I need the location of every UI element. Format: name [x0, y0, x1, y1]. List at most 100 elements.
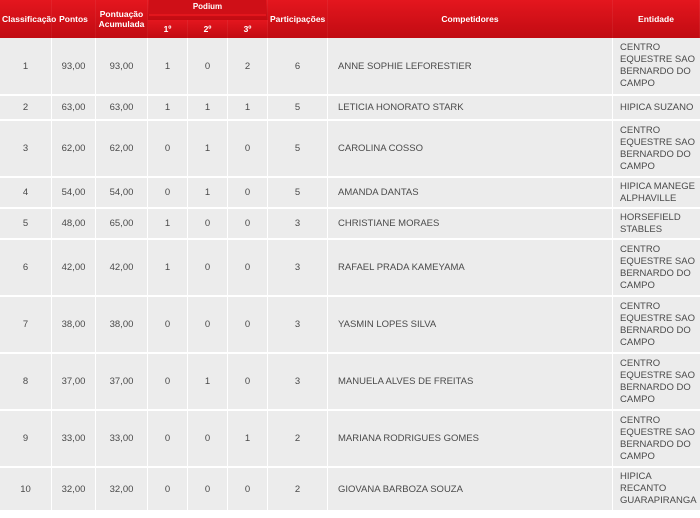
cell-entidade: HIPICA SUZANO — [613, 96, 700, 121]
cell-entidade: CENTRO EQUESTRE SAO BERNARDO DO CAMPO — [613, 354, 700, 411]
header-podium-second[interactable]: 2º — [188, 20, 228, 38]
cell-participacoes: 2 — [268, 468, 328, 512]
cell-pontos: 38,00 — [52, 297, 96, 354]
cell-podium-first: 0 — [148, 468, 188, 512]
cell-classificacao: 1 — [0, 38, 52, 96]
cell-classificacao: 9 — [0, 411, 52, 468]
cell-podium-third: 0 — [228, 468, 268, 512]
cell-participacoes: 3 — [268, 240, 328, 297]
header-pontos[interactable]: Pontos — [52, 0, 96, 38]
cell-podium-second: 0 — [188, 297, 228, 354]
header-podium-first[interactable]: 1º — [148, 20, 188, 38]
cell-participacoes: 5 — [268, 178, 328, 209]
table-row: 5 48,00 65,00 1 0 0 3 CHRISTIANE MORAES … — [0, 209, 700, 240]
table-body: 1 93,00 93,00 1 0 2 6 ANNE SOPHIE LEFORE… — [0, 38, 700, 512]
header-participacoes[interactable]: Participações — [268, 0, 328, 38]
cell-competidor: LETICIA HONORATO STARK — [328, 96, 613, 121]
cell-pontos: 62,00 — [52, 121, 96, 178]
table-row: 7 38,00 38,00 0 0 0 3 YASMIN LOPES SILVA… — [0, 297, 700, 354]
cell-podium-first: 1 — [148, 96, 188, 121]
cell-podium-first: 1 — [148, 38, 188, 96]
cell-podium-second: 1 — [188, 121, 228, 178]
table-row: 3 62,00 62,00 0 1 0 5 CAROLINA COSSO CEN… — [0, 121, 700, 178]
cell-podium-first: 0 — [148, 121, 188, 178]
cell-pontos: 54,00 — [52, 178, 96, 209]
cell-pontos: 33,00 — [52, 411, 96, 468]
cell-podium-first: 1 — [148, 209, 188, 240]
header-competidores[interactable]: Competidores — [328, 0, 613, 38]
cell-podium-third: 2 — [228, 38, 268, 96]
cell-pontos: 42,00 — [52, 240, 96, 297]
cell-pontuacao-acumulada: 54,00 — [96, 178, 148, 209]
cell-pontuacao-acumulada: 33,00 — [96, 411, 148, 468]
cell-pontos: 48,00 — [52, 209, 96, 240]
header-entidade[interactable]: Entidade — [613, 0, 700, 38]
cell-competidor: MANUELA ALVES DE FREITAS — [328, 354, 613, 411]
cell-participacoes: 3 — [268, 354, 328, 411]
cell-pontuacao-acumulada: 93,00 — [96, 38, 148, 96]
cell-pontos: 93,00 — [52, 38, 96, 96]
cell-podium-first: 0 — [148, 297, 188, 354]
table-row: 8 37,00 37,00 0 1 0 3 MANUELA ALVES DE F… — [0, 354, 700, 411]
cell-entidade: CENTRO EQUESTRE SAO BERNARDO DO CAMPO — [613, 240, 700, 297]
cell-pontuacao-acumulada: 42,00 — [96, 240, 148, 297]
cell-entidade: CENTRO EQUESTRE SAO BERNARDO DO CAMPO — [613, 38, 700, 96]
cell-competidor: CAROLINA COSSO — [328, 121, 613, 178]
cell-podium-third: 1 — [228, 411, 268, 468]
cell-participacoes: 2 — [268, 411, 328, 468]
header-classificacao[interactable]: Classificação — [0, 0, 56, 38]
cell-pontuacao-acumulada: 38,00 — [96, 297, 148, 354]
cell-podium-first: 0 — [148, 178, 188, 209]
cell-competidor: MARIANA RODRIGUES GOMES — [328, 411, 613, 468]
table-row: 1 93,00 93,00 1 0 2 6 ANNE SOPHIE LEFORE… — [0, 38, 700, 96]
cell-podium-third: 0 — [228, 209, 268, 240]
cell-classificacao: 6 — [0, 240, 52, 297]
cell-podium-third: 0 — [228, 354, 268, 411]
cell-competidor: CHRISTIANE MORAES — [328, 209, 613, 240]
cell-participacoes: 6 — [268, 38, 328, 96]
podium-label: Podium — [149, 0, 266, 16]
cell-participacoes: 3 — [268, 209, 328, 240]
cell-participacoes: 3 — [268, 297, 328, 354]
header-pontuacao-acumulada[interactable]: Pontuação Acumulada — [96, 0, 148, 38]
cell-pontos: 32,00 — [52, 468, 96, 512]
cell-entidade: HIPICA MANEGE ALPHAVILLE — [613, 178, 700, 209]
cell-pontuacao-acumulada: 62,00 — [96, 121, 148, 178]
cell-classificacao: 5 — [0, 209, 52, 240]
ranking-table: Classificação Pontos Pontuação Acumulada… — [0, 0, 700, 512]
cell-podium-third: 0 — [228, 297, 268, 354]
cell-classificacao: 8 — [0, 354, 52, 411]
cell-podium-second: 0 — [188, 240, 228, 297]
cell-pontos: 37,00 — [52, 354, 96, 411]
table-row: 6 42,00 42,00 1 0 0 3 RAFAEL PRADA KAMEY… — [0, 240, 700, 297]
cell-classificacao: 3 — [0, 121, 52, 178]
table-row: 4 54,00 54,00 0 1 0 5 AMANDA DANTAS HIPI… — [0, 178, 700, 209]
cell-competidor: GIOVANA BARBOZA SOUZA — [328, 468, 613, 512]
cell-pontuacao-acumulada: 32,00 — [96, 468, 148, 512]
cell-competidor: RAFAEL PRADA KAMEYAMA — [328, 240, 613, 297]
cell-podium-third: 0 — [228, 121, 268, 178]
cell-podium-second: 0 — [188, 411, 228, 468]
cell-competidor: YASMIN LOPES SILVA — [328, 297, 613, 354]
cell-entidade: HIPICA RECANTO GUARAPIRANGA — [613, 468, 700, 512]
header-podium-third[interactable]: 3º — [228, 20, 268, 38]
table-row: 9 33,00 33,00 0 0 1 2 MARIANA RODRIGUES … — [0, 411, 700, 468]
cell-classificacao: 2 — [0, 96, 52, 121]
cell-podium-third: 0 — [228, 240, 268, 297]
header-podium: Podium — [148, 0, 268, 20]
table-row: 2 63,00 63,00 1 1 1 5 LETICIA HONORATO S… — [0, 96, 700, 121]
cell-pontuacao-acumulada: 37,00 — [96, 354, 148, 411]
cell-participacoes: 5 — [268, 96, 328, 121]
cell-pontuacao-acumulada: 65,00 — [96, 209, 148, 240]
cell-podium-third: 0 — [228, 178, 268, 209]
cell-participacoes: 5 — [268, 121, 328, 178]
table-row: 10 32,00 32,00 0 0 0 2 GIOVANA BARBOZA S… — [0, 468, 700, 512]
cell-competidor: ANNE SOPHIE LEFORESTIER — [328, 38, 613, 96]
cell-podium-first: 0 — [148, 354, 188, 411]
cell-entidade: HORSEFIELD STABLES — [613, 209, 700, 240]
cell-pontuacao-acumulada: 63,00 — [96, 96, 148, 121]
cell-classificacao: 10 — [0, 468, 52, 512]
cell-podium-second: 1 — [188, 178, 228, 209]
cell-entidade: CENTRO EQUESTRE SAO BERNARDO DO CAMPO — [613, 411, 700, 468]
cell-entidade: CENTRO EQUESTRE SAO BERNARDO DO CAMPO — [613, 297, 700, 354]
